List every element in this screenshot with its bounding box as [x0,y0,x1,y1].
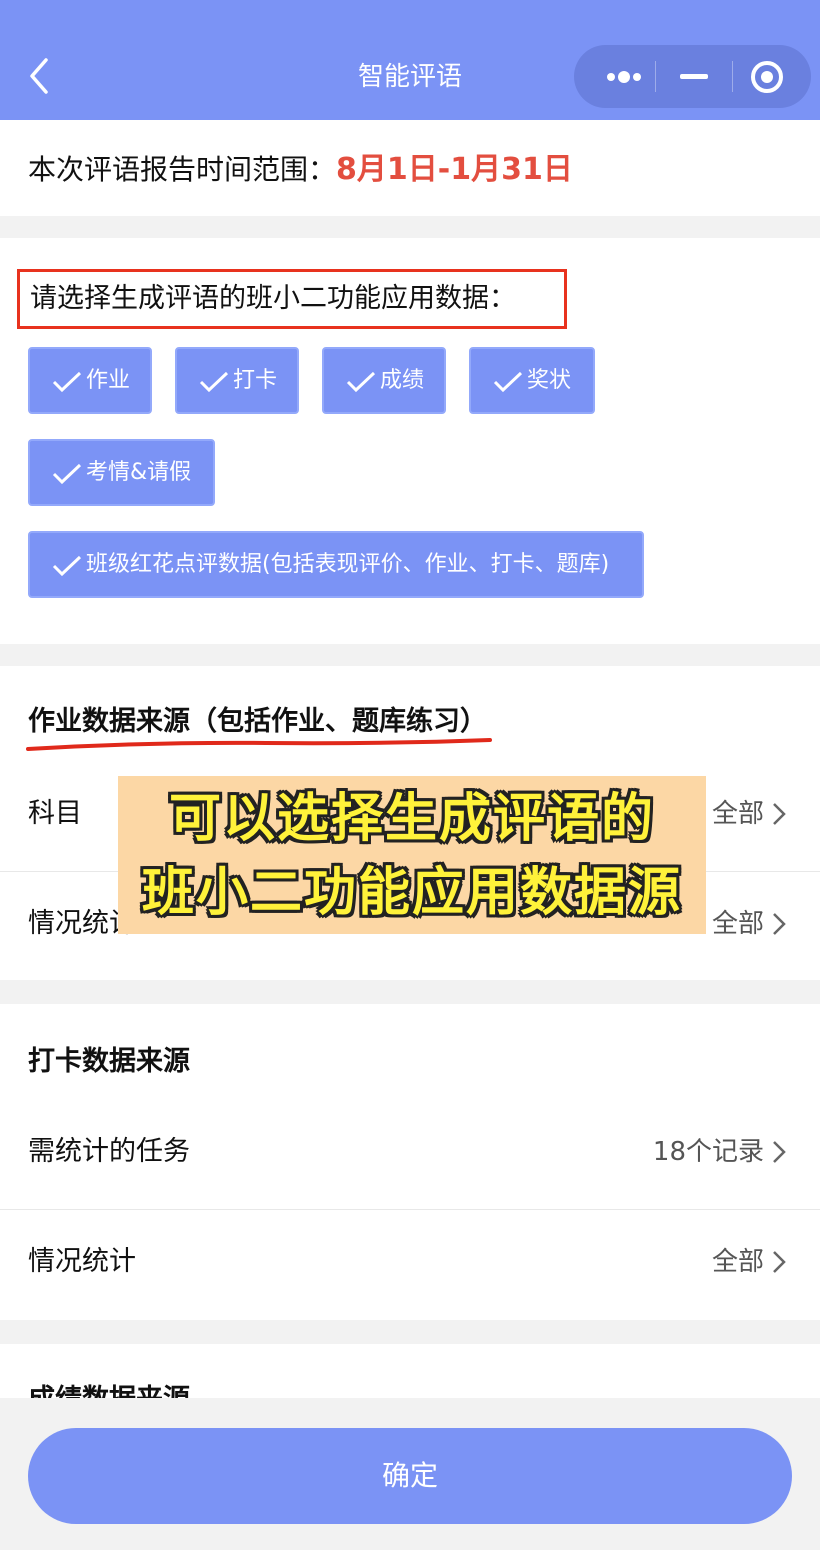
time-range-label: 本次评语报告时间范围： [28,153,337,186]
caption-line-2: 班小二功能应用数据源 [141,863,682,923]
minimize-icon[interactable] [655,45,733,108]
more-dots-icon[interactable] [582,45,660,108]
chip-label: 打卡 [233,368,278,393]
chevron-right-icon [773,913,786,935]
row-tasks[interactable]: 需统计的任务 18个记录 [0,1100,820,1210]
caption-overlay: 可以选择生成评语的 班小二功能应用数据源 [118,776,706,934]
row-label: 科目 [28,798,82,829]
check-icon [493,371,523,393]
chip-label: 奖状 [527,368,572,393]
mini-program-capsule [574,45,811,108]
homework-source-title: 作业数据来源（包括作业、题库练习） [28,706,487,737]
bottom-bar: 确定 [0,1398,820,1550]
check-icon [52,463,82,485]
chip-grades[interactable]: 成绩 [322,347,446,414]
row-value: 全部 [711,799,764,829]
chevron-right-icon [773,803,786,825]
nav-bar: 智能评语 [0,0,820,120]
row-value: 全部 [711,909,764,939]
chevron-right-icon [773,1251,786,1273]
chip-homework[interactable]: 作业 [28,347,152,414]
check-icon [346,371,376,393]
time-range-row: 本次评语报告时间范围：8月1日-1月31日 [28,150,573,190]
row-value: 全部 [711,1247,764,1277]
chip-label: 成绩 [380,368,425,393]
chevron-right-icon [773,1141,786,1163]
caption-line-1: 可以选择生成评语的 [168,789,655,849]
row-label: 需统计的任务 [28,1136,190,1167]
chip-label: 班级红花点评数据(包括表现评价、作业、打卡、题库) [86,552,610,577]
chip-awards[interactable]: 奖状 [469,347,595,414]
chip-checkin[interactable]: 打卡 [175,347,299,414]
chip-attendance[interactable]: 考情&请假 [28,439,215,506]
chip-label: 考情&请假 [86,460,192,485]
time-range-value: 8月1日-1月31日 [336,152,573,187]
row-checkin-stats[interactable]: 情况统计 全部 [0,1210,820,1320]
close-target-icon[interactable] [730,45,808,108]
check-icon [52,555,82,577]
check-icon [52,371,82,393]
chip-label: 作业 [86,368,131,393]
data-select-title: 请选择生成评语的班小二功能应用数据： [17,269,567,329]
check-icon [199,371,229,393]
confirm-button[interactable]: 确定 [28,1428,792,1524]
chip-red-flower[interactable]: 班级红花点评数据(包括表现评价、作业、打卡、题库) [28,531,644,598]
row-value: 18个记录 [652,1137,764,1167]
red-underline-mark [26,738,492,751]
row-label: 情况统计 [28,1246,136,1277]
checkin-source-title: 打卡数据来源 [28,1046,190,1077]
